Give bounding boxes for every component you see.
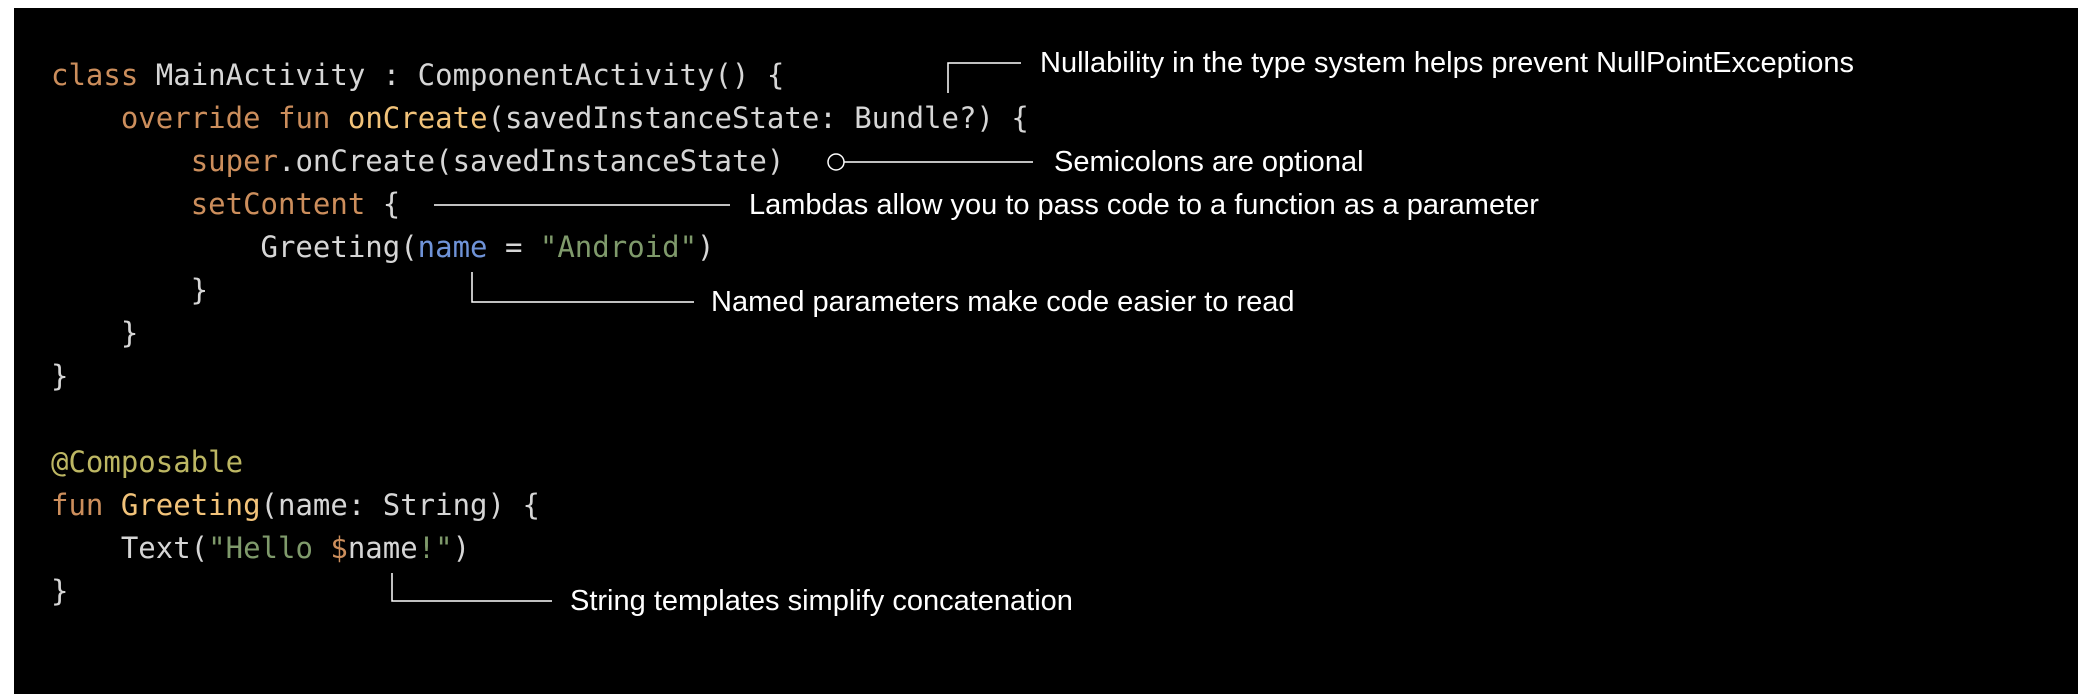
function-name-greeting: Greeting — [120, 488, 261, 522]
code-text: .onCreate(savedInstanceState) — [278, 144, 785, 178]
code-line-1: class MainActivity : ComponentActivity()… — [51, 54, 784, 97]
code-line-11: fun Greeting(name: String) { — [51, 484, 540, 527]
code-line-8: } — [51, 355, 68, 398]
code-text: = — [487, 230, 540, 264]
note-nullability: Nullability in the type system helps pre… — [1040, 47, 1855, 79]
code-text: } — [51, 359, 69, 393]
keyword-override: override — [120, 101, 261, 135]
code-line-6: } — [51, 269, 208, 312]
string-literal: !" — [417, 531, 453, 565]
code-text: } — [51, 574, 69, 608]
code-text: } — [51, 316, 139, 350]
code-text: { — [365, 187, 401, 221]
function-name-oncreate: onCreate — [347, 101, 488, 135]
code-text: (savedInstanceState: Bundle?) { — [487, 101, 1029, 135]
code-line-4: setContent { — [51, 183, 401, 226]
code-line-3: super.onCreate(savedInstanceState) — [51, 140, 785, 183]
note-semicolons: Semicolons are optional — [1054, 146, 1364, 178]
keyword-fun: fun — [51, 488, 104, 522]
code-text: (name: String) { — [260, 488, 540, 522]
note-named-params: Named parameters make code easier to rea… — [711, 286, 1295, 318]
code-line-10: @Composable — [51, 441, 243, 484]
function-setcontent: setContent — [190, 187, 366, 221]
note-lambdas: Lambdas allow you to pass code to a func… — [749, 189, 1539, 221]
keyword-class: class — [51, 58, 139, 92]
string-literal: "Android" — [539, 230, 698, 264]
template-dollar: $ — [330, 531, 348, 565]
code-text: MainActivity : ComponentActivity() { — [138, 58, 785, 92]
code-line-13: } — [51, 570, 68, 613]
code-line-7: } — [51, 312, 138, 355]
keyword-fun: fun — [278, 101, 331, 135]
template-variable: name — [347, 531, 418, 565]
code-text: ) — [697, 230, 715, 264]
code-line-5: Greeting(name = "Android") — [51, 226, 715, 269]
code-text: Text( — [120, 531, 209, 565]
keyword-super: super — [190, 144, 278, 178]
code-line-12: Text("Hello $name!") — [51, 527, 470, 570]
code-text: ) — [452, 531, 471, 565]
code-text: } — [51, 273, 209, 307]
code-line-2: override fun onCreate(savedInstanceState… — [51, 97, 1029, 140]
annotation-composable: @Composable — [51, 445, 244, 479]
named-parameter: name — [417, 230, 488, 264]
note-string-templates: String templates simplify concatenation — [570, 585, 1073, 617]
string-literal: "Hello — [208, 531, 331, 565]
code-text: Greeting( — [260, 230, 418, 264]
